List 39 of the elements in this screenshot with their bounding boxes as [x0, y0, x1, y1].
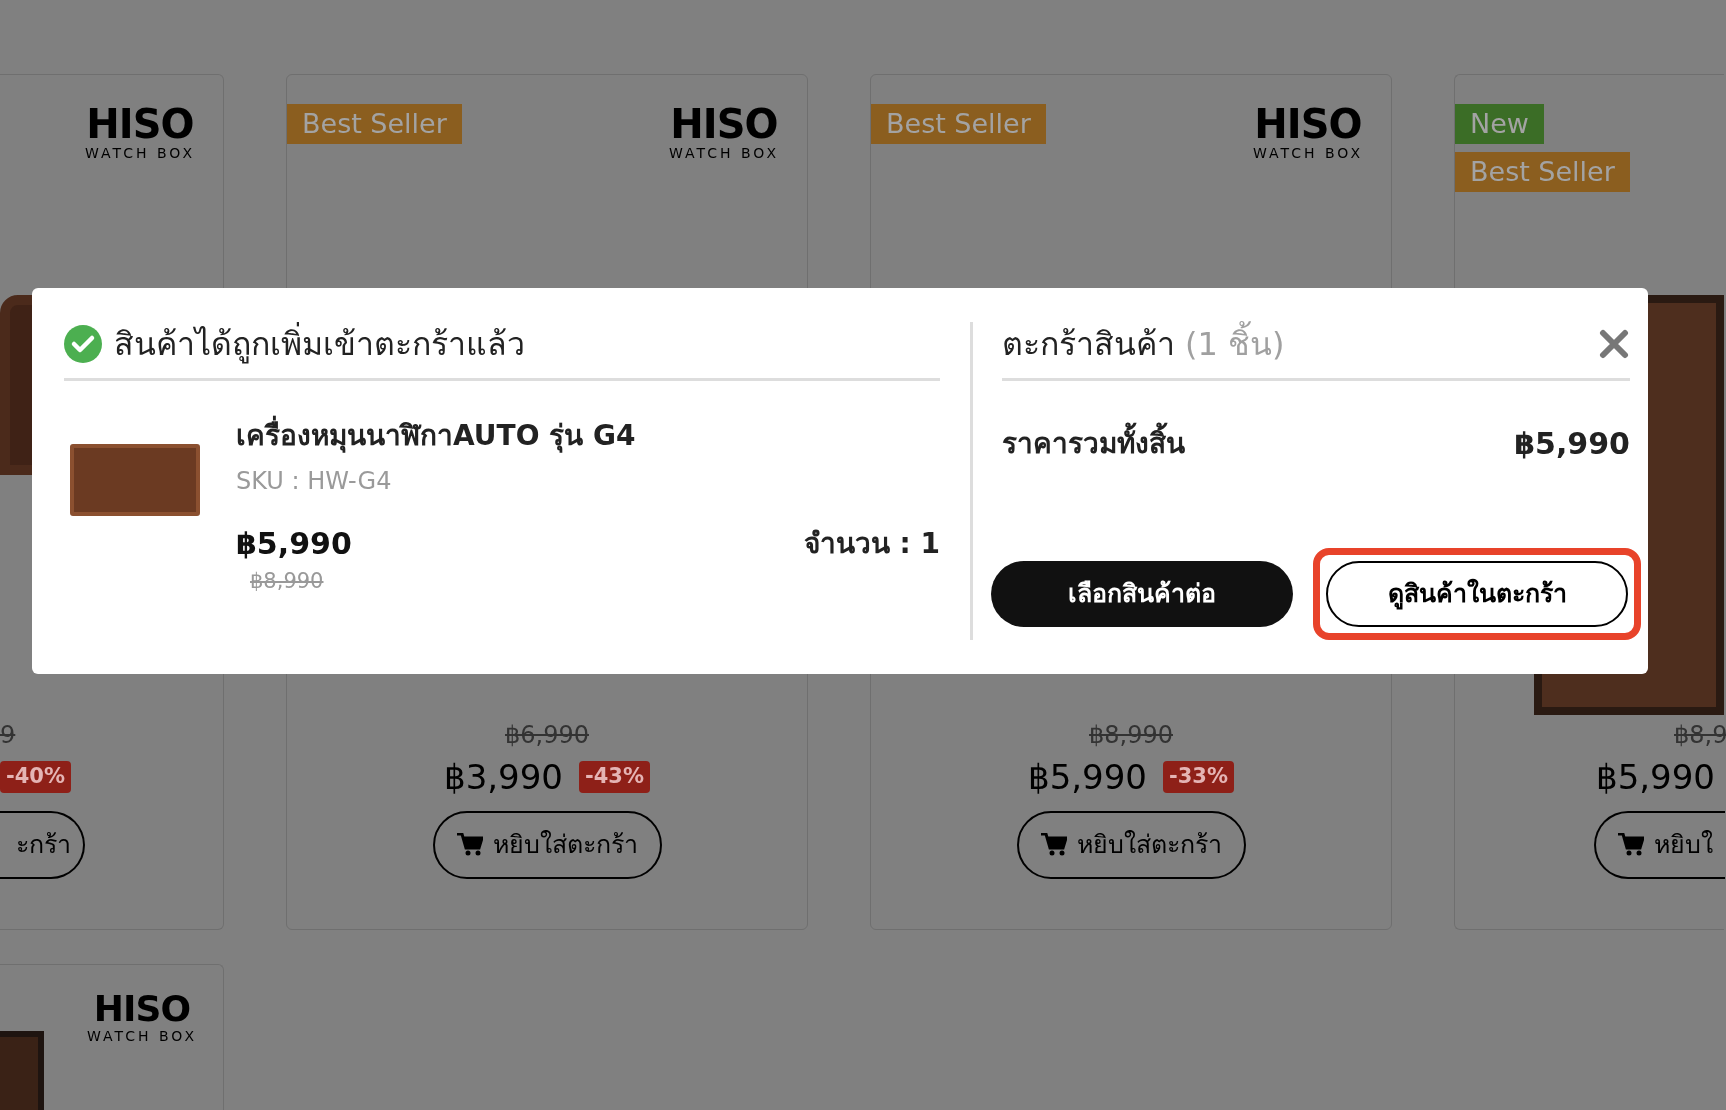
old-price: ฿8,990	[250, 568, 324, 595]
product-price: ฿5,990	[236, 525, 352, 563]
total-label: ราคารวมทั้งสิ้น	[1002, 422, 1185, 465]
old-price: ฿8,990	[1089, 720, 1173, 751]
add-to-cart-button[interactable]: หยิบใ	[1594, 811, 1725, 879]
product-price: ฿5,990	[1596, 755, 1715, 799]
brand-logo: HISO WATCH BOX	[1252, 104, 1363, 160]
add-to-cart-button[interactable]: ะกร้า	[0, 811, 85, 879]
continue-shopping-button[interactable]: เลือกสินค้าต่อ	[991, 561, 1293, 627]
brand-logo: HISO WATCH BOX	[84, 104, 195, 160]
product-sku: SKU : HW-G4	[236, 466, 393, 497]
brand-logo: HISO WATCH BOX	[668, 104, 779, 160]
old-price: 9	[0, 720, 16, 751]
brand-logo: HISO WATCH BOX	[86, 991, 197, 1043]
product-price: ฿3,990	[444, 755, 563, 799]
cart-title: ตะกร้าสินค้า	[1002, 324, 1175, 365]
close-icon[interactable]	[1598, 328, 1630, 360]
product-price: ฿5,990	[1028, 755, 1147, 799]
modal-title: สินค้าได้ถูกเพิ่มเข้าตะกร้าแล้ว	[114, 320, 525, 368]
product-badge: New	[1455, 104, 1544, 144]
cart-icon	[1040, 833, 1067, 857]
cart-icon	[1618, 833, 1644, 857]
view-cart-button[interactable]: ดูสินค้าในตะกร้า	[1326, 561, 1628, 627]
discount-badge: -40%	[0, 761, 71, 793]
cart-icon	[456, 833, 483, 857]
add-to-cart-button[interactable]: หยิบใส่ตะกร้า	[1016, 811, 1246, 879]
product-badge: Best Seller	[871, 104, 1046, 144]
product-badge: Best Seller	[287, 104, 462, 144]
product-badge: Best Seller	[1455, 152, 1630, 192]
total-price: ฿5,990	[1514, 425, 1630, 463]
quantity-label: จำนวน : 1	[803, 525, 940, 562]
discount-badge: -33%	[1163, 761, 1234, 793]
discount-badge: -43%	[579, 761, 650, 793]
add-to-cart-button[interactable]: หยิบใส่ตะกร้า	[432, 811, 662, 879]
old-price: ฿8,9	[1674, 720, 1726, 751]
check-circle-icon	[64, 325, 102, 363]
product-name: เครื่องหมุนนาฬิกาAUTO รุ่น G4	[236, 415, 940, 457]
cart-count: (1 ชิ้น)	[1185, 320, 1285, 368]
old-price: ฿6,990	[505, 720, 589, 751]
